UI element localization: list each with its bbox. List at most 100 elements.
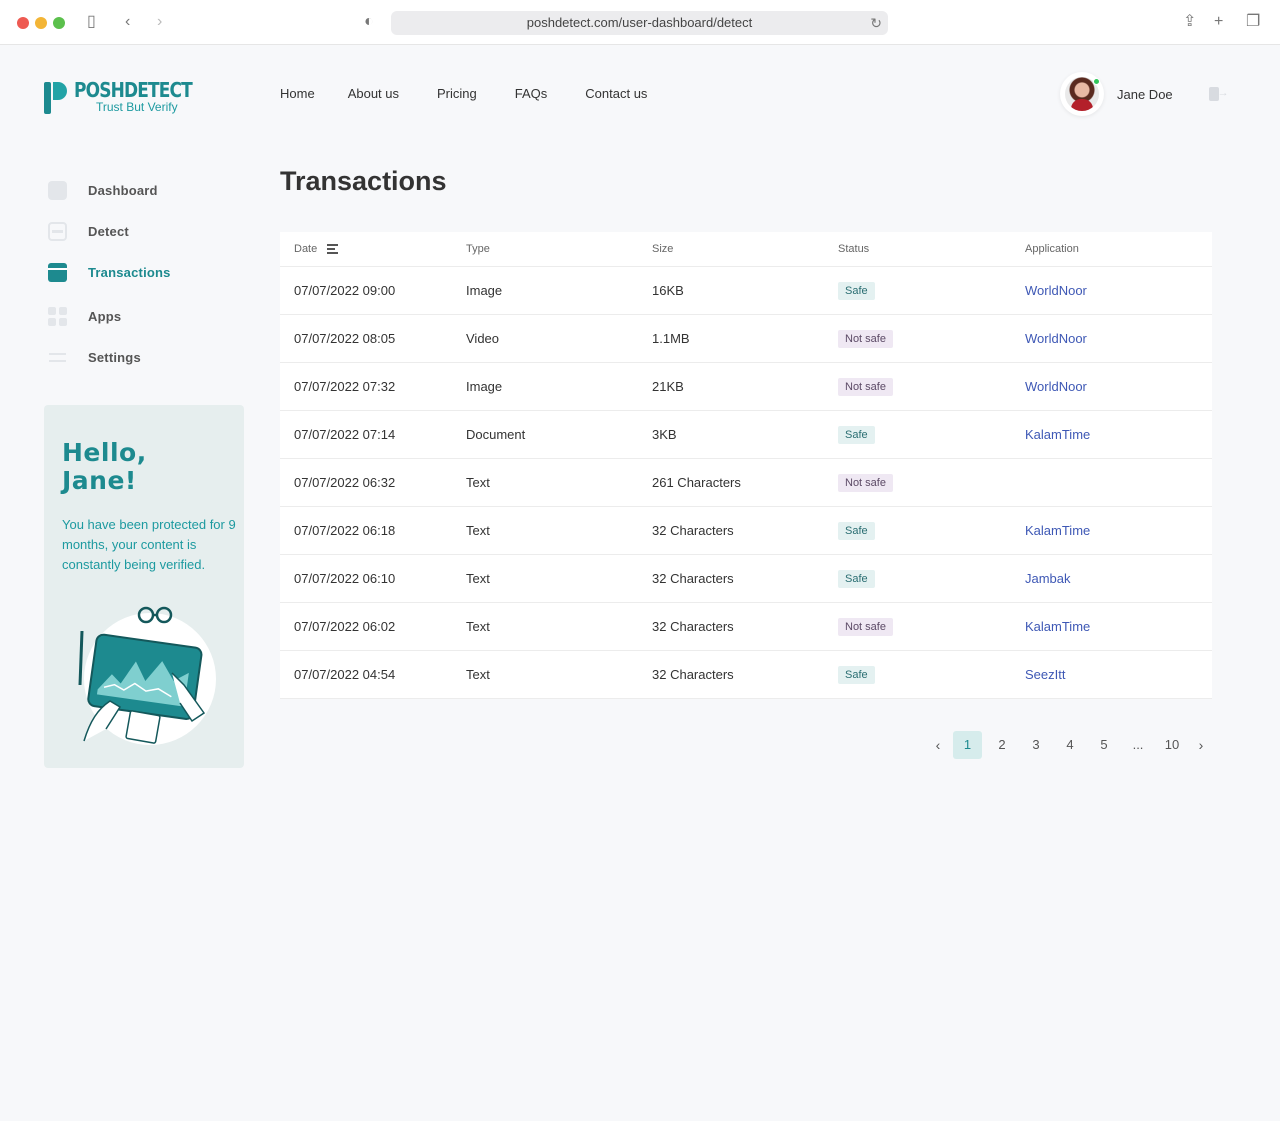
address-bar[interactable]: poshdetect.com/user-dashboard/detect ↻ — [391, 11, 888, 35]
close-window-button[interactable] — [17, 17, 29, 29]
table-row[interactable]: 07/07/2022 09:00 Image 16KB Safe WorldNoor — [280, 267, 1212, 315]
sidebar-item-settings[interactable]: Settings — [48, 347, 171, 367]
column-header-application: Application — [1025, 243, 1079, 255]
page-title: Transactions — [280, 166, 447, 196]
cell-size: 3KB — [652, 427, 677, 442]
application-link[interactable]: Jambak — [1025, 571, 1071, 586]
shield-icon[interactable]: ◐ — [364, 12, 374, 32]
next-page-button[interactable]: › — [1189, 731, 1213, 759]
user-menu[interactable]: Jane Doe → — [1060, 72, 1229, 116]
nav-contact-us[interactable]: Contact us — [585, 86, 647, 101]
cell-application: KalamTime — [1025, 427, 1212, 442]
status-badge: Safe — [838, 665, 875, 684]
sidebar-toggle-icon[interactable]: ▯ — [87, 12, 96, 32]
application-link[interactable]: SeezItt — [1025, 667, 1065, 682]
cell-status: Safe — [838, 521, 1025, 540]
cell-application: WorldNoor — [1025, 283, 1212, 298]
brand-logo[interactable]: POSHDETECT Trust But Verify — [44, 78, 213, 114]
cell-size: 1.1MB — [652, 331, 690, 346]
cell-size: 16KB — [652, 283, 684, 298]
page-button-10[interactable]: 10 — [1155, 731, 1189, 759]
cell-type: Image — [466, 379, 503, 394]
application-link[interactable]: WorldNoor — [1025, 331, 1087, 346]
maximize-window-button[interactable] — [53, 17, 65, 29]
page-button-2[interactable]: 2 — [985, 731, 1019, 759]
table-row[interactable]: 07/07/2022 04:54 Text 32 Characters Safe See… — [280, 651, 1212, 699]
cell-size: 32 Characters — [652, 523, 734, 538]
transactions-icon — [48, 262, 67, 282]
cell-size: 261 Characters — [652, 475, 741, 490]
column-header-date[interactable]: Date — [280, 243, 466, 255]
sidebar-item-label: Transactions — [88, 264, 171, 280]
cell-status: Not safe — [838, 329, 1025, 348]
cell-type: Text — [466, 571, 490, 586]
application-link[interactable]: KalamTime — [1025, 619, 1090, 634]
table-row[interactable]: 07/07/2022 06:18 Text 32 Characters Safe Kal… — [280, 507, 1212, 555]
settings-icon — [48, 348, 67, 367]
nav-about-us[interactable]: About us — [348, 86, 399, 101]
application-link[interactable]: KalamTime — [1025, 523, 1090, 538]
cell-date: 07/07/2022 09:00 — [294, 283, 396, 298]
status-badge: Safe — [838, 281, 875, 300]
top-navigation: Home About us Pricing FAQs Contact us — [280, 86, 680, 101]
nav-pricing[interactable]: Pricing — [437, 86, 477, 101]
user-name: Jane Doe — [1117, 86, 1173, 102]
minimize-window-button[interactable] — [35, 17, 47, 29]
table-row[interactable]: 07/07/2022 06:32 Text 261 Characters Not sa… — [280, 459, 1212, 507]
cell-type: Text — [466, 475, 490, 490]
cell-application: KalamTime — [1025, 619, 1212, 634]
page-button-4[interactable]: 4 — [1053, 731, 1087, 759]
share-icon[interactable]: ⇪ — [1183, 12, 1196, 32]
cell-status: Safe — [838, 281, 1025, 300]
sidebar-item-dashboard[interactable]: Dashboard — [48, 180, 171, 200]
status-badge: Safe — [838, 425, 875, 444]
cell-application: KalamTime — [1025, 523, 1212, 538]
cell-type: Image — [466, 283, 503, 298]
sidebar-item-transactions[interactable]: Transactions — [48, 262, 171, 282]
cell-status: Safe — [838, 425, 1025, 444]
sidebar-item-label: Detect — [88, 223, 129, 239]
cell-type: Document — [466, 427, 526, 442]
back-icon[interactable]: ‹ — [125, 12, 130, 32]
prev-page-button[interactable]: ‹ — [926, 731, 950, 759]
new-tab-icon[interactable]: + — [1214, 12, 1223, 32]
table-row[interactable]: 07/07/2022 07:14 Document 3KB Safe KalamTime — [280, 411, 1212, 459]
cell-application: SeezItt — [1025, 667, 1212, 682]
table-row[interactable]: 07/07/2022 07:32 Image 21KB Not safe WorldNo… — [280, 363, 1212, 411]
nav-faqs[interactable]: FAQs — [515, 86, 548, 101]
application-link[interactable]: WorldNoor — [1025, 379, 1087, 394]
cell-status: Not safe — [838, 377, 1025, 396]
application-link[interactable]: WorldNoor — [1025, 283, 1087, 298]
cell-date: 07/07/2022 06:32 — [294, 475, 396, 490]
browser-toolbar: ▯ ‹ › ◐ poshdetect.com/user-dashboard/de… — [0, 0, 1280, 45]
column-header-label: Date — [294, 243, 318, 255]
cell-date: 07/07/2022 06:18 — [294, 523, 396, 538]
sidebar-item-detect[interactable]: Detect — [48, 221, 171, 241]
logout-icon[interactable]: → — [1208, 86, 1229, 102]
application-link[interactable]: KalamTime — [1025, 427, 1090, 442]
brand-tagline: Trust But Verify — [96, 100, 178, 114]
tabs-overview-icon[interactable]: ❐ — [1246, 12, 1260, 32]
nav-home[interactable]: Home — [280, 86, 315, 101]
page-button-5[interactable]: 5 — [1087, 731, 1121, 759]
column-header-size: Size — [652, 243, 674, 255]
cell-status: Not safe — [838, 473, 1025, 492]
table-row[interactable]: 07/07/2022 06:02 Text 32 Characters Not saf… — [280, 603, 1212, 651]
cell-status: Safe — [838, 665, 1025, 684]
avatar[interactable] — [1060, 72, 1104, 116]
page-button-3[interactable]: 3 — [1019, 731, 1053, 759]
reload-icon[interactable]: ↻ — [870, 11, 882, 35]
status-badge: Safe — [838, 569, 875, 588]
sidebar-item-apps[interactable]: Apps — [48, 306, 171, 326]
sort-icon[interactable] — [327, 244, 339, 254]
cell-date: 07/07/2022 07:32 — [294, 379, 396, 394]
cell-type: Text — [466, 523, 490, 538]
dashboard-icon — [48, 180, 67, 200]
cell-size: 32 Characters — [652, 619, 734, 634]
page-button-1[interactable]: 1 — [953, 731, 982, 759]
table-row[interactable]: 07/07/2022 08:05 Video 1.1MB Not safe WorldN… — [280, 315, 1212, 363]
sidebar: Dashboard Detect Transactions Apps Setti… — [48, 180, 171, 388]
forward-icon[interactable]: › — [157, 12, 162, 32]
pagination: ‹ 1 2 3 4 5 ... 10 › — [926, 731, 1213, 759]
table-row[interactable]: 07/07/2022 06:10 Text 32 Characters Safe Jam… — [280, 555, 1212, 603]
